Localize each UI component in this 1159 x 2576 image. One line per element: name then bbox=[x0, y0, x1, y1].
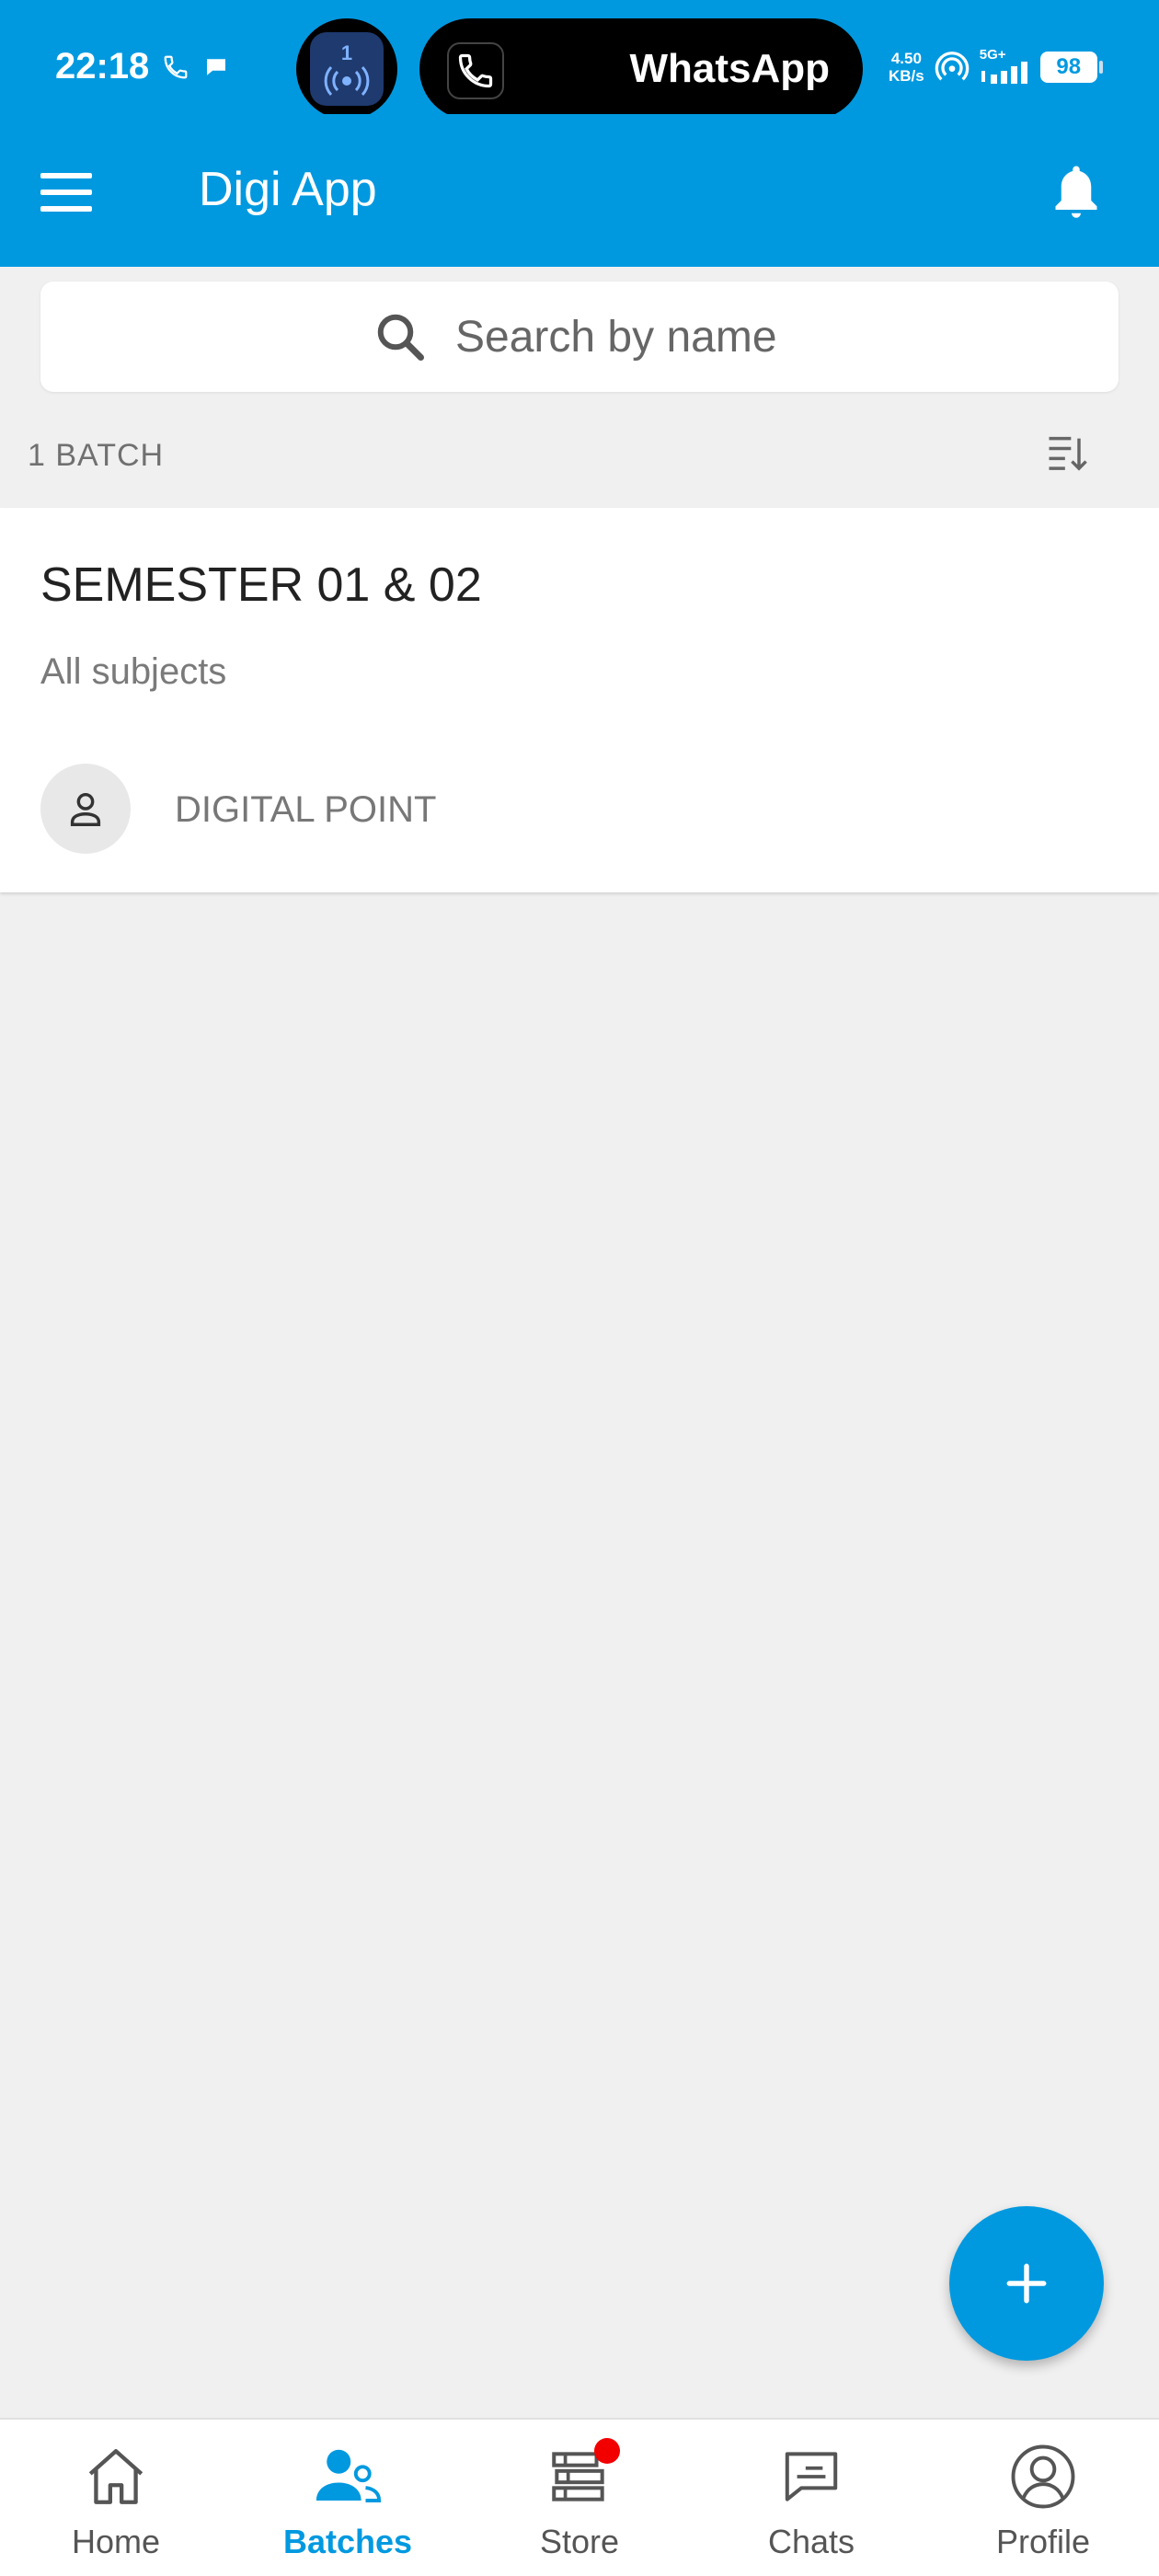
nav-batches-label: Batches bbox=[282, 2523, 413, 2560]
store-icon bbox=[543, 2438, 620, 2513]
status-notification-icons bbox=[162, 53, 230, 81]
hamburger-line bbox=[40, 190, 92, 195]
store-notification-badge bbox=[594, 2438, 620, 2464]
network-speed: 4.50 KB/s bbox=[889, 50, 924, 85]
home-icon bbox=[79, 2440, 153, 2513]
menu-button[interactable] bbox=[40, 160, 114, 224]
batch-count-label: 1 BATCH bbox=[28, 438, 165, 473]
plus-icon bbox=[1006, 2263, 1047, 2304]
call-app-name: WhatsApp bbox=[629, 46, 830, 91]
bottom-navigation: Home Batches Store Chats Profile bbox=[0, 2418, 1159, 2576]
status-bar: 22:18 1 WhatsApp 4.50 KB/s 5G+ 98 bbox=[0, 0, 1159, 120]
hamburger-line bbox=[40, 206, 92, 212]
hotspot-count: 1 bbox=[340, 41, 353, 64]
search-icon bbox=[377, 314, 424, 361]
batch-card[interactable]: SEMESTER 01 & 02 All subjects DIGITAL PO… bbox=[0, 508, 1159, 892]
phone-call-icon bbox=[164, 55, 188, 79]
ongoing-call-pill[interactable]: WhatsApp bbox=[419, 18, 863, 120]
nav-batches[interactable]: Batches bbox=[232, 2420, 464, 2576]
app-bar: Digi App bbox=[0, 114, 1159, 267]
battery-level: 98 bbox=[1056, 53, 1082, 79]
teacher-avatar bbox=[40, 764, 131, 854]
teacher-name: DIGITAL POINT bbox=[175, 789, 437, 830]
sort-icon bbox=[1049, 436, 1087, 471]
chat-icon bbox=[775, 2440, 848, 2513]
search-bar[interactable] bbox=[40, 282, 1119, 392]
network-speed-value: 4.50 bbox=[890, 49, 922, 67]
nav-profile-label: Profile bbox=[995, 2523, 1091, 2560]
nav-chats[interactable]: Chats bbox=[695, 2420, 927, 2576]
nav-home[interactable]: Home bbox=[0, 2420, 232, 2576]
person-icon bbox=[70, 792, 101, 826]
hotspot-icon: 1 bbox=[310, 32, 384, 106]
hamburger-icon bbox=[40, 173, 92, 178]
nav-store-label: Store bbox=[539, 2523, 620, 2560]
hotspot-indicator[interactable]: 1 bbox=[296, 18, 397, 120]
nav-profile[interactable]: Profile bbox=[927, 2420, 1159, 2576]
battery-icon: 98 bbox=[1039, 51, 1103, 83]
bell-icon bbox=[1055, 166, 1097, 218]
network-type: 5G+ bbox=[979, 47, 1006, 63]
batch-subtitle: All subjects bbox=[40, 651, 227, 692]
network-speed-unit: KB/s bbox=[889, 66, 924, 85]
call-phone-icon bbox=[447, 42, 504, 99]
sort-button[interactable] bbox=[1038, 425, 1096, 484]
add-batch-button[interactable] bbox=[949, 2206, 1104, 2361]
nav-chats-label: Chats bbox=[767, 2523, 855, 2560]
status-system-icons: 4.50 KB/s 5G+ 98 bbox=[889, 48, 1103, 86]
chat-bubble-icon bbox=[207, 59, 225, 75]
signal-icon: 5G+ bbox=[980, 48, 1031, 86]
batch-title: SEMESTER 01 & 02 bbox=[40, 558, 482, 612]
status-time: 22:18 bbox=[55, 46, 150, 86]
nav-home-label: Home bbox=[71, 2523, 161, 2560]
app-title: Digi App bbox=[199, 163, 377, 216]
notifications-button[interactable] bbox=[1043, 155, 1109, 228]
batches-icon bbox=[311, 2440, 384, 2513]
nav-store[interactable]: Store bbox=[464, 2420, 695, 2576]
hotspot-status-icon bbox=[935, 51, 970, 81]
search-input[interactable] bbox=[455, 311, 786, 362]
profile-icon bbox=[1006, 2440, 1080, 2513]
